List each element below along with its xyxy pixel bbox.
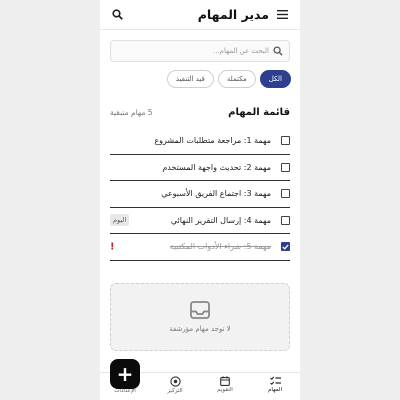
focus-icon: [169, 376, 181, 387]
priority-alert-icon: !: [110, 241, 115, 253]
nav-calendar-label: التقويم: [217, 387, 233, 393]
menu-icon[interactable]: [277, 10, 288, 19]
task-label: مهمة 5: شراء الأدوات المكتبية: [169, 242, 271, 252]
nav-focus[interactable]: التركيز: [155, 376, 195, 394]
task-row-2[interactable]: مهمة 2: تحديث واجهة المستخدم: [110, 155, 290, 181]
app-header: مدير المهام: [100, 0, 300, 30]
header-title-group: مدير المهام: [198, 7, 288, 22]
search-bar: [110, 40, 290, 62]
task-row-4[interactable]: مهمة 4: إرسال التقرير النهائي اليوم: [110, 208, 290, 234]
nav-calendar[interactable]: التقويم: [205, 376, 245, 393]
plus-icon: +: [116, 362, 134, 386]
task-list: مهمة 1: مراجعة متطلبات المشروع مهمة 2: ت…: [110, 128, 290, 261]
task-checkbox[interactable]: [281, 189, 290, 199]
task-label: مهمة 1: مراجعة متطلبات المشروع: [154, 136, 271, 146]
add-task-button[interactable]: +: [110, 359, 140, 389]
task-checkbox[interactable]: [281, 162, 290, 172]
task-list-header: قائمة المهام 5 مهام متبقية: [110, 107, 290, 118]
page-title: مدير المهام: [197, 7, 269, 22]
search-field-icon: [273, 46, 283, 56]
task-checkbox-checked[interactable]: [281, 242, 290, 252]
due-today-badge: اليوم: [110, 214, 130, 227]
pending-count: 5 مهام متبقية: [110, 108, 153, 117]
task-row-3[interactable]: مهمة 3: اجتماع الفريق الأسبوعي: [110, 181, 290, 208]
nav-focus-label: التركيز: [167, 388, 183, 394]
filter-in-progress[interactable]: قيد التنفيذ: [166, 70, 214, 88]
archive-empty-text: لا توجد مهام مؤرشفة: [169, 325, 231, 333]
search-input[interactable]: [117, 47, 269, 55]
checkmark-icon: [282, 244, 289, 250]
search-icon[interactable]: [112, 9, 123, 20]
calendar-icon: [220, 376, 230, 386]
inbox-icon: [190, 301, 210, 319]
task-checkbox[interactable]: [281, 215, 290, 225]
task-row-5[interactable]: مهمة 5: شراء الأدوات المكتبية !: [110, 234, 290, 261]
task-list-title: قائمة المهام: [228, 107, 290, 118]
task-checkbox[interactable]: [281, 136, 290, 146]
nav-tasks-label: المهام: [268, 387, 282, 393]
filter-all[interactable]: الكل: [259, 70, 291, 88]
app-screen: مدير المهام الكل مكتملة قيد التنفيذ قائم…: [100, 0, 300, 400]
filter-chips: الكل مكتملة قيد التنفيذ: [166, 70, 291, 88]
task-label: مهمة 3: اجتماع الفريق الأسبوعي: [161, 189, 271, 199]
archive-empty-state: لا توجد مهام مؤرشفة: [110, 283, 290, 351]
task-row-1[interactable]: مهمة 1: مراجعة متطلبات المشروع: [110, 128, 290, 155]
filter-completed[interactable]: مكتملة: [217, 70, 256, 88]
task-label: مهمة 4: إرسال التقرير النهائي: [170, 215, 271, 225]
nav-tasks[interactable]: المهام: [255, 376, 295, 393]
task-label: مهمة 2: تحديث واجهة المستخدم: [162, 162, 271, 172]
tasks-icon: [269, 376, 281, 386]
